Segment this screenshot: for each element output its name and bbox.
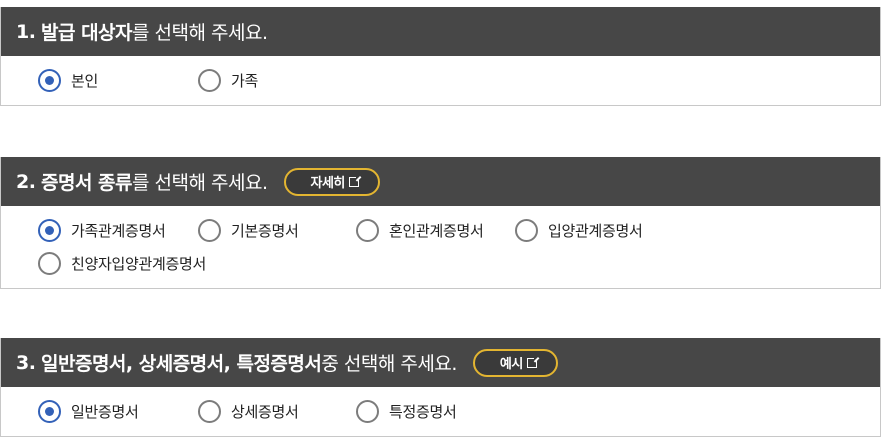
radio-option-basic[interactable]: 기본증명서	[198, 219, 356, 242]
option-label: 가족관계증명서	[71, 222, 166, 240]
radio-option-full-adoption[interactable]: 친양자입양관계증명서	[38, 252, 206, 275]
section-title-rest: 를 선택해 주세요.	[132, 172, 268, 194]
radio-button[interactable]	[38, 219, 61, 242]
section-header: 1. 발급 대상자 를 선택해 주세요.	[1, 7, 880, 56]
external-link-icon	[348, 174, 361, 187]
section-certificate-detail-level: 3. 일반증명서, 상세증명서, 특정증명서 중 선택해 주세요. 예시 일반증…	[0, 338, 881, 437]
options-row: 가족관계증명서 기본증명서 혼인관계증명서 입양관계증명서	[38, 214, 880, 247]
section-options: 일반증명서 상세증명서 특정증명서	[1, 387, 880, 436]
example-button-label: 예시	[499, 357, 523, 372]
option-label: 입양관계증명서	[548, 222, 643, 240]
details-button[interactable]: 자세히	[283, 167, 380, 196]
radio-option-detailed[interactable]: 상세증명서	[198, 400, 356, 423]
option-label: 기본증명서	[231, 222, 299, 240]
radio-button[interactable]	[198, 400, 221, 423]
section-certificate-type: 2. 증명서 종류 를 선택해 주세요. 자세히 가족관계증명서 기본증명서 혼인…	[0, 157, 881, 289]
section-title-bold: 일반증명서, 상세증명서, 특정증명서	[41, 353, 322, 375]
section-header: 2. 증명서 종류 를 선택해 주세요. 자세히	[1, 157, 880, 206]
section-options: 가족관계증명서 기본증명서 혼인관계증명서 입양관계증명서 친양자입양관계증명서	[1, 206, 880, 288]
section-number: 1.	[16, 20, 36, 43]
radio-option-specific[interactable]: 특정증명서	[356, 400, 457, 423]
section-issue-target: 1. 발급 대상자 를 선택해 주세요. 본인 가족	[0, 7, 881, 106]
option-label: 본인	[71, 72, 99, 90]
section-title-rest: 중 선택해 주세요.	[321, 353, 457, 375]
option-label: 가족	[231, 72, 259, 90]
section-title-bold: 증명서 종류	[41, 172, 133, 194]
radio-button[interactable]	[38, 69, 61, 92]
radio-button[interactable]	[198, 69, 221, 92]
options-row: 친양자입양관계증명서	[38, 247, 880, 280]
radio-button[interactable]	[356, 219, 379, 242]
option-label: 상세증명서	[231, 403, 299, 421]
details-button-label: 자세히	[310, 176, 346, 191]
options-row: 본인 가족	[38, 64, 880, 97]
radio-button[interactable]	[356, 400, 379, 423]
radio-option-general[interactable]: 일반증명서	[38, 400, 198, 423]
option-label: 일반증명서	[71, 403, 139, 421]
radio-option-family[interactable]: 가족	[198, 69, 258, 92]
option-label: 친양자입양관계증명서	[71, 255, 207, 273]
external-link-icon	[526, 355, 539, 368]
radio-option-self[interactable]: 본인	[38, 69, 198, 92]
section-title-rest: 를 선택해 주세요.	[132, 22, 268, 44]
options-row: 일반증명서 상세증명서 특정증명서	[38, 395, 880, 428]
example-button[interactable]: 예시	[472, 348, 558, 377]
radio-option-adoption[interactable]: 입양관계증명서	[515, 219, 643, 242]
section-header: 3. 일반증명서, 상세증명서, 특정증명서 중 선택해 주세요. 예시	[1, 338, 880, 387]
radio-button[interactable]	[198, 219, 221, 242]
section-options: 본인 가족	[1, 56, 880, 105]
radio-button[interactable]	[38, 400, 61, 423]
section-title-bold: 발급 대상자	[41, 22, 133, 44]
radio-button[interactable]	[38, 252, 61, 275]
option-label: 특정증명서	[389, 403, 457, 421]
section-number: 3.	[16, 351, 36, 374]
option-label: 혼인관계증명서	[389, 222, 484, 240]
section-number: 2.	[16, 170, 36, 193]
radio-option-marriage[interactable]: 혼인관계증명서	[356, 219, 515, 242]
radio-option-family-relation[interactable]: 가족관계증명서	[38, 219, 198, 242]
radio-button[interactable]	[515, 219, 538, 242]
